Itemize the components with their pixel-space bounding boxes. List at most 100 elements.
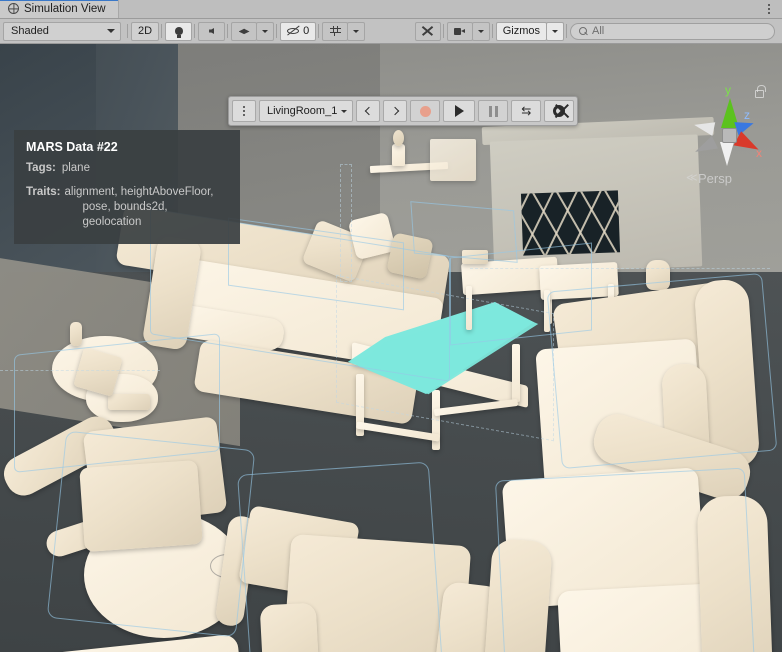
previous-environment-button[interactable] <box>356 100 381 122</box>
record-button[interactable] <box>410 100 441 122</box>
scene-axis-gizmo[interactable]: y z x ≪ Persp <box>686 83 772 194</box>
tab-bar-menu-button[interactable] <box>756 0 782 18</box>
mars-tags-row: Tags: plane <box>26 161 228 176</box>
camera-dropdown-button[interactable] <box>471 21 490 41</box>
toolbar-divider <box>127 24 128 38</box>
axis-label-y: y <box>725 83 731 97</box>
toolbar-divider <box>227 24 229 38</box>
lock-icon[interactable] <box>755 85 766 98</box>
globe-icon <box>8 3 19 14</box>
scene-lamp-base <box>70 322 82 346</box>
play-icon <box>454 105 464 117</box>
mars-traits-row: Traits: alignment, heightAboveFloor, pos… <box>26 185 228 230</box>
tab-simulation-view[interactable]: Simulation View <box>0 0 119 18</box>
mars-data-panel: MARS Data #22 Tags: plane Traits: alignm… <box>14 130 240 244</box>
chevron-down-icon <box>353 29 360 33</box>
axis-gizmo-center[interactable] <box>722 128 737 143</box>
pause-icon <box>489 105 498 117</box>
chevron-down-icon <box>477 29 484 33</box>
kebab-menu-icon <box>243 106 245 116</box>
grid-dropdown-button[interactable] <box>347 21 366 41</box>
camera-icon <box>454 27 466 35</box>
speaker-icon <box>209 28 215 34</box>
simulation-settings-button[interactable] <box>544 100 575 122</box>
mars-traits-value: alignment, heightAboveFloor, pose, bound… <box>65 185 228 230</box>
scene-armchair-bottom-arm-left <box>259 602 321 652</box>
axis-cone-neg-x[interactable] <box>692 135 718 159</box>
toolbar-divider <box>566 24 567 38</box>
axis-cone-neg-y[interactable] <box>720 142 734 166</box>
chevron-down-icon <box>552 29 558 33</box>
axis-label-z: z <box>744 108 750 122</box>
scene-sofa-right-arm-outer <box>696 494 774 652</box>
axis-cone-neg-z[interactable] <box>692 118 716 136</box>
tab-bar: Simulation View <box>0 0 782 19</box>
environment-label: LivingRoom_1 <box>267 105 338 117</box>
toggle-lighting-button[interactable] <box>165 21 193 41</box>
loop-icon: ⇆ <box>521 103 532 118</box>
draw-mode-group: Shaded <box>3 21 121 41</box>
scene-vase <box>392 144 405 166</box>
grid-visibility-button[interactable] <box>322 21 349 41</box>
scene-bench-right <box>539 261 619 301</box>
scene-fireplace-urn <box>646 260 670 290</box>
hidden-objects-count: 0 <box>303 25 310 37</box>
scene-bench-left-leg-1 <box>466 286 472 330</box>
draw-mode-dropdown[interactable]: Shaded <box>3 21 121 41</box>
scene-fireplace-hearth <box>520 190 621 256</box>
mars-traits-line-2: pose, bounds2d, geolocation <box>82 201 168 228</box>
pause-button[interactable] <box>478 100 509 122</box>
toggle-2d-button[interactable]: 2D <box>131 21 160 41</box>
sim-menu-button[interactable] <box>232 100 256 122</box>
gizmos-dropdown-button[interactable] <box>546 21 564 41</box>
lightbulb-icon <box>174 27 183 38</box>
two-d-label: 2D <box>138 25 153 37</box>
chevron-down-icon <box>262 29 269 33</box>
eye-slash-icon <box>287 27 300 35</box>
mars-tags-label: Tags: <box>26 162 56 174</box>
scene-sofa-back-armrest <box>386 232 434 280</box>
toolbar-divider <box>194 24 196 38</box>
scene-plant <box>393 130 404 146</box>
draw-mode-label: Shaded <box>11 25 49 37</box>
scene-tools-button[interactable] <box>414 21 441 41</box>
scene-sofa-right-arm-near <box>483 538 553 652</box>
chevron-right-icon <box>392 107 398 116</box>
fx-dropdown-button[interactable] <box>256 21 275 41</box>
gizmos-label: Gizmos <box>502 25 540 37</box>
grid-axis-icon <box>329 26 341 36</box>
scene-coffee-table-leg-3 <box>512 344 520 402</box>
mars-data-title: MARS Data #22 <box>26 140 118 154</box>
toggle-audio-button[interactable] <box>198 21 226 41</box>
gear-icon <box>553 105 566 117</box>
mars-tags-value: plane <box>61 162 90 174</box>
play-button[interactable] <box>443 100 476 122</box>
toolbar-divider <box>276 24 278 38</box>
scene-bench-right-leg-1 <box>544 290 550 332</box>
scene-toolbar: Shaded 2D 0 Gizmos All <box>0 19 782 44</box>
scene-search-field[interactable]: All <box>570 22 775 40</box>
scene-wall-frame <box>430 139 476 181</box>
next-environment-button[interactable] <box>383 100 408 122</box>
scene-viewport[interactable]: LivingRoom_1 ⇆ MARS Data #22 Tags: plane… <box>0 44 782 652</box>
search-icon <box>579 26 588 36</box>
toolbar-divider <box>491 24 493 38</box>
loop-button[interactable]: ⇆ <box>511 100 542 122</box>
environment-dropdown[interactable]: LivingRoom_1 <box>259 100 354 122</box>
search-placeholder: All <box>592 25 605 37</box>
kebab-menu-icon <box>768 3 770 14</box>
gizmos-button[interactable]: Gizmos <box>495 21 547 41</box>
hidden-objects-button[interactable]: 0 <box>280 21 317 41</box>
effects-icon <box>238 28 250 35</box>
toolbar-divider <box>318 24 320 38</box>
toggle-fx-button[interactable] <box>231 21 258 41</box>
chevron-down-icon <box>341 109 348 113</box>
projection-label[interactable]: Persp <box>698 171 732 186</box>
chevron-left-icon <box>365 107 371 116</box>
axis-label-x: x <box>756 146 762 160</box>
mars-traits-label: Traits: <box>26 186 61 198</box>
simulation-view-window: Simulation View Shaded 2D 0 Gizmos All L… <box>0 0 782 652</box>
scene-camera-button[interactable] <box>446 21 473 41</box>
toolbar-divider <box>161 24 163 38</box>
projection-toggle-arrow[interactable]: ≪ <box>686 171 698 184</box>
